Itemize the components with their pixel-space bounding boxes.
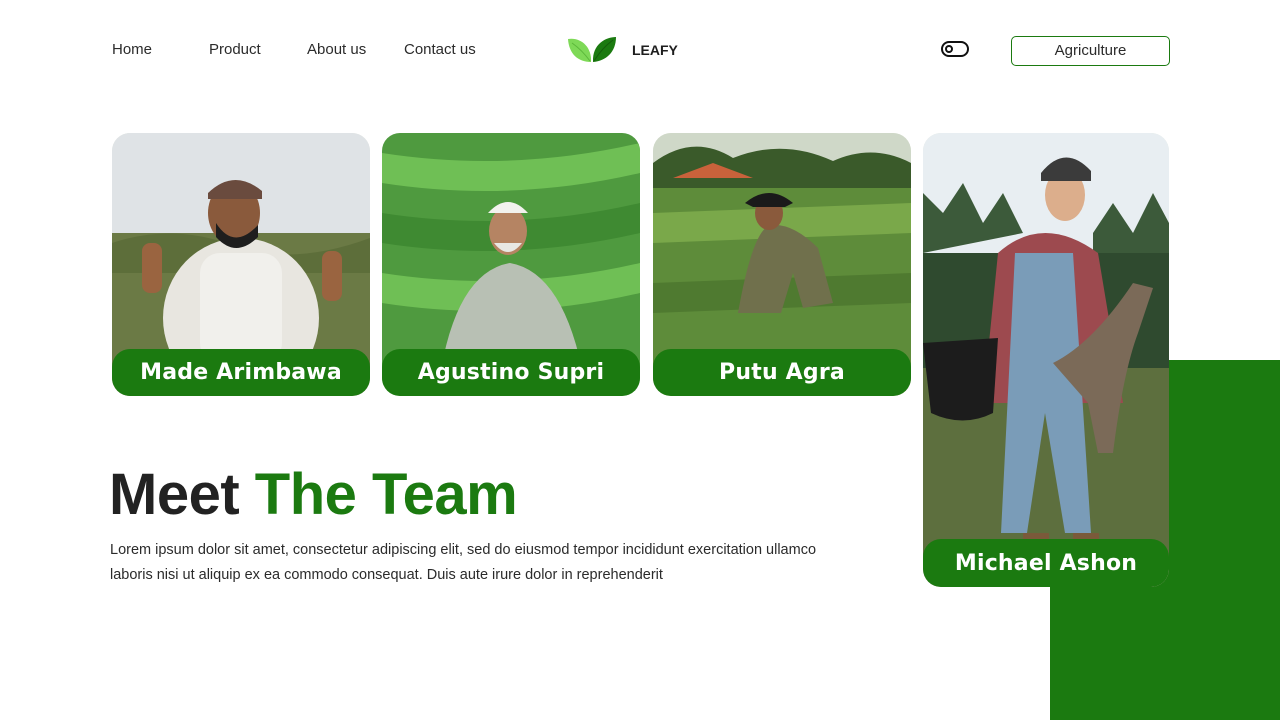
team-card-made-arimbawa[interactable]: Made Arimbawa: [112, 133, 370, 396]
nav-link-product[interactable]: Product: [209, 40, 261, 60]
title-dark-text: Meet: [109, 462, 240, 527]
team-member-name: Made Arimbawa: [112, 349, 370, 396]
nav-link-about-us[interactable]: About us: [307, 40, 366, 60]
toggle-knob: [945, 45, 953, 53]
nav-link-home[interactable]: Home: [112, 40, 152, 60]
team-card-agustino-supri[interactable]: Agustino Supri: [382, 133, 640, 396]
team-member-name: Michael Ashon: [923, 539, 1169, 587]
toggle-icon[interactable]: [941, 41, 969, 57]
title-accent-text: The Team: [254, 462, 518, 527]
team-card-michael-ashon[interactable]: Michael Ashon: [923, 133, 1169, 587]
brand-name: LEAFY: [632, 42, 678, 58]
leaf-logo-icon: [568, 37, 616, 62]
team-description: Lorem ipsum dolor sit amet, consectetur …: [110, 542, 817, 583]
nav-link-contact-us[interactable]: Contact us: [404, 40, 476, 60]
team-member-name: Agustino Supri: [382, 349, 640, 396]
agriculture-button[interactable]: Agriculture: [1011, 36, 1170, 66]
team-member-name: Putu Agra: [653, 349, 911, 396]
team-card-putu-agra[interactable]: Putu Agra: [653, 133, 911, 396]
team-photo-michael-ashon: [923, 133, 1169, 587]
page-title: Meet The Team: [109, 462, 518, 528]
